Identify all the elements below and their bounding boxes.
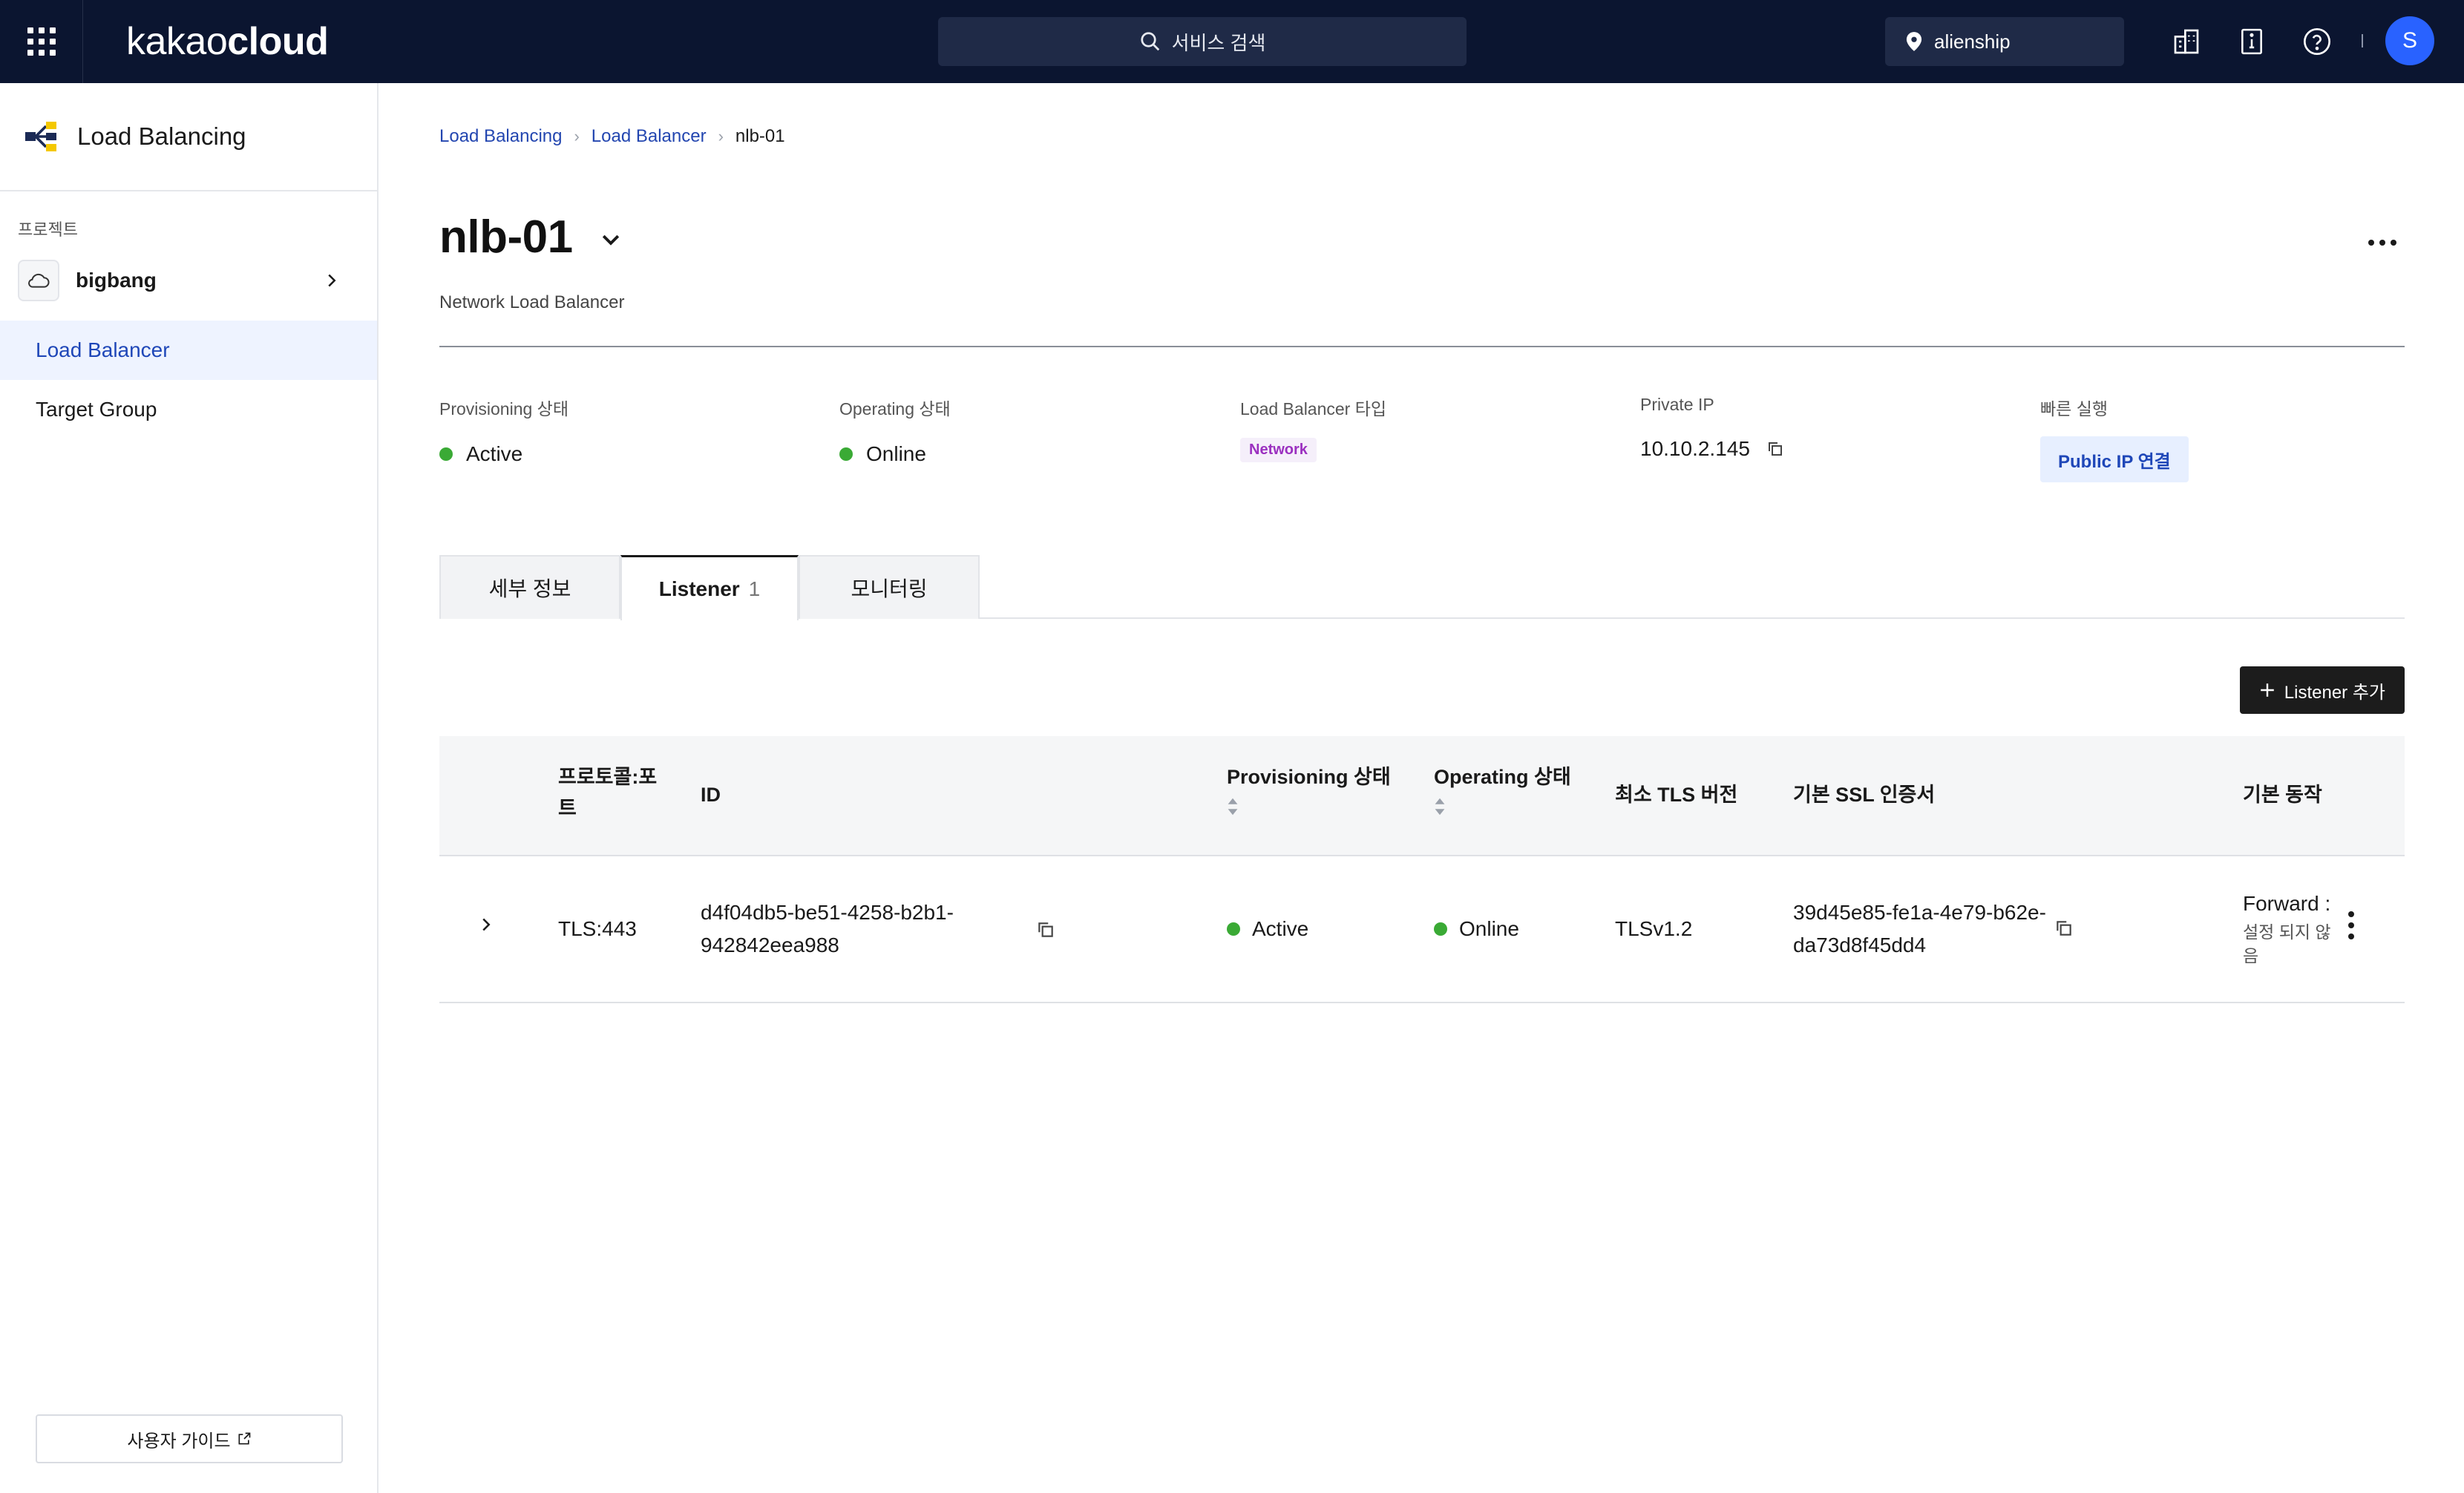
tab-listener[interactable]: Listener 1 xyxy=(620,555,799,620)
more-options-icon[interactable] xyxy=(2360,232,2405,254)
lb-type: Load Balancer 타입 Network xyxy=(1240,395,1386,462)
copy-icon[interactable] xyxy=(1036,920,1055,943)
default-action-note: 설정 되지 않 음 xyxy=(2243,922,2331,965)
apps-grid-icon[interactable] xyxy=(0,0,83,83)
sidebar-item-target-group[interactable]: Target Group xyxy=(0,380,377,439)
tab-bar: 세부 정보 Listener 1 모니터링 xyxy=(439,555,2405,620)
table-row[interactable]: TLS:443 d4f04db5-be51-4258-b2b1- 942842e… xyxy=(439,856,2405,1003)
top-divider xyxy=(2362,34,2363,47)
title-divider xyxy=(439,346,2405,347)
connect-public-ip-button[interactable]: Public IP 연결 xyxy=(2040,436,2189,482)
sidebar: Load Balancing 프로젝트 bigbang Load Balance… xyxy=(0,83,379,1493)
lb-type-label: Load Balancer 타입 xyxy=(1240,399,1387,419)
sidebar-service-title: Load Balancing xyxy=(77,122,246,150)
location-pin-icon xyxy=(1906,32,1922,51)
column-header-min-tls[interactable]: 최소 TLS 버전 xyxy=(1615,779,1737,810)
help-icon[interactable] xyxy=(2299,24,2335,59)
listener-table: 프로토콜:포 트 ID Provisioning 상태 Operating 상태… xyxy=(439,736,2405,1003)
quick-actions: 빠른 실행 Public IP 연결 xyxy=(2040,395,2189,482)
status-dot-icon xyxy=(1434,922,1447,936)
cell-ssl-cert: 39d45e85-fe1a-4e79-b62e- da73d8f45dd4 xyxy=(1793,901,2046,956)
breadcrumb: Load Balancing › Load Balancer › nlb-01 xyxy=(439,126,785,147)
summary-panel: Provisioning 상태 Active Operating 상태 Onli… xyxy=(439,395,2405,484)
column-header-provisioning[interactable]: Provisioning 상태 xyxy=(1227,761,1391,816)
status-dot-icon xyxy=(1227,922,1240,936)
sidebar-item-load-balancer[interactable]: Load Balancer xyxy=(0,321,377,380)
column-header-id[interactable]: ID xyxy=(701,779,721,810)
external-link-icon xyxy=(238,1432,250,1445)
breadcrumb-current: nlb-01 xyxy=(735,126,785,146)
tab-monitoring[interactable]: 모니터링 xyxy=(799,555,980,619)
quick-actions-label: 빠른 실행 xyxy=(2040,399,2109,419)
cell-operating: Online xyxy=(1434,913,1519,945)
user-avatar[interactable]: S xyxy=(2385,16,2434,65)
plus-icon xyxy=(2260,683,2274,697)
search-icon xyxy=(1140,32,1159,51)
tab-details[interactable]: 세부 정보 xyxy=(439,555,620,619)
page-subtitle: Network Load Balancer xyxy=(439,292,625,312)
copy-icon[interactable] xyxy=(1766,440,1784,458)
project-selector-label: alienship xyxy=(1934,30,2011,53)
project-selector[interactable]: alienship xyxy=(1885,17,2124,66)
building-icon[interactable] xyxy=(2169,24,2204,59)
status-dot-icon xyxy=(439,447,453,461)
status-dot-icon xyxy=(839,447,853,461)
top-bar: kakaocloud 서비스 검색 alienship S xyxy=(0,0,2464,83)
operating-status-label: Operating 상태 xyxy=(839,399,951,419)
cell-protocol: TLS:443 xyxy=(558,917,637,940)
column-header-protocol[interactable]: 프로토콜:포 트 xyxy=(558,761,657,824)
page-title: nlb-01 xyxy=(439,211,573,263)
cell-min-tls: TLSv1.2 xyxy=(1615,917,1693,940)
row-actions-icon[interactable] xyxy=(2348,911,2354,939)
user-guide-button[interactable]: 사용자 가이드 xyxy=(36,1414,343,1463)
search-placeholder: 서비스 검색 xyxy=(1171,31,1266,54)
column-header-ssl-cert[interactable]: 기본 SSL 인증서 xyxy=(1793,779,1935,810)
cell-id: d4f04db5-be51-4258-b2b1- 942842eea988 xyxy=(701,901,954,956)
expand-chevron-icon[interactable] xyxy=(481,917,491,932)
private-ip: Private IP 10.10.2.145 xyxy=(1640,395,1784,461)
cell-default-action: Forward : 설정 되지 않 음 xyxy=(2243,887,2331,968)
provisioning-status: Provisioning 상태 Active xyxy=(439,395,569,466)
sidebar-project-name: bigbang xyxy=(76,269,157,292)
operating-status: Operating 상태 Online xyxy=(839,395,951,466)
breadcrumb-load-balancing[interactable]: Load Balancing xyxy=(439,126,562,147)
sidebar-nav: Load Balancer Target Group xyxy=(0,321,377,439)
listener-count: 1 xyxy=(748,577,761,600)
sort-icon[interactable] xyxy=(1227,797,1239,816)
sidebar-header: Load Balancing xyxy=(0,83,377,191)
chevron-down-icon[interactable] xyxy=(601,233,620,246)
info-card-icon[interactable] xyxy=(2234,24,2270,59)
cloud-icon xyxy=(18,260,59,301)
service-search-input[interactable]: 서비스 검색 xyxy=(938,17,1467,66)
breadcrumb-load-balancer[interactable]: Load Balancer xyxy=(592,126,707,147)
sidebar-project-label: 프로젝트 xyxy=(18,220,78,239)
operating-status-value: Online xyxy=(866,442,926,465)
sort-icon[interactable] xyxy=(1434,797,1446,816)
column-header-operating[interactable]: Operating 상태 xyxy=(1434,761,1571,816)
cell-provisioning: Active xyxy=(1227,913,1308,945)
breadcrumb-separator-icon: › xyxy=(574,127,580,145)
table-header: 프로토콜:포 트 ID Provisioning 상태 Operating 상태… xyxy=(439,736,2405,856)
add-listener-button[interactable]: Listener 추가 xyxy=(2239,666,2405,714)
copy-icon[interactable] xyxy=(2054,919,2074,942)
kakaocloud-logo[interactable]: kakaocloud xyxy=(126,19,329,64)
private-ip-value: 10.10.2.145 xyxy=(1640,437,1750,460)
sidebar-project-selector[interactable]: bigbang xyxy=(18,260,359,301)
load-balancing-icon xyxy=(25,122,56,151)
breadcrumb-separator-icon: › xyxy=(718,127,724,145)
provisioning-status-label: Provisioning 상태 xyxy=(439,399,569,419)
private-ip-label: Private IP xyxy=(1640,395,1714,414)
chevron-right-icon xyxy=(328,274,336,287)
lb-type-badge: Network xyxy=(1240,438,1317,462)
column-header-default-action[interactable]: 기본 동작 xyxy=(2243,779,2322,810)
provisioning-status-value: Active xyxy=(466,442,523,465)
